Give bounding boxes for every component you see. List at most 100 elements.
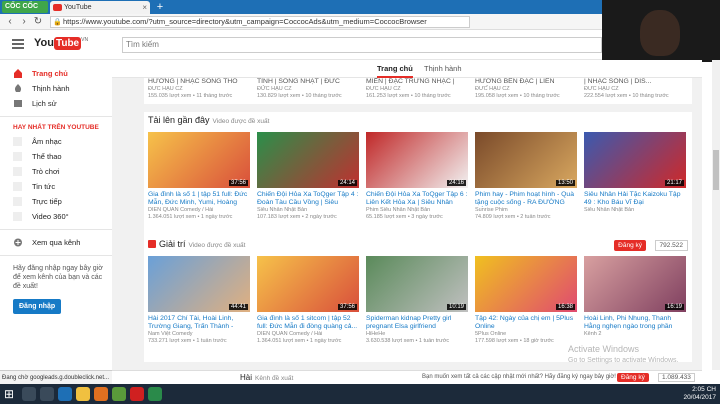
video-thumbnail[interactable]: 24:16 — [366, 132, 468, 188]
video-meta: 3.630.538 lượt xem • 1 tuần trước — [366, 338, 450, 344]
browser-tab-youtube[interactable]: YouTube × — [50, 1, 150, 14]
reload-icon[interactable]: ↻ — [32, 16, 44, 28]
video-card[interactable]: 10:19 Spiderman kidnap Pretty girl pregna… — [366, 256, 468, 345]
sidebar-item-360-video[interactable]: Video 360° — [0, 209, 112, 224]
video-channel[interactable]: Kênh 2 — [584, 331, 686, 338]
new-tab-button[interactable]: + — [153, 1, 167, 13]
login-button[interactable]: Đăng nhập — [13, 299, 62, 314]
video-thumbnail[interactable]: 16:38 — [475, 256, 577, 312]
video-channel[interactable]: Siêu Nhân Nhật Bản — [584, 207, 686, 214]
video-card[interactable]: 37:56 Gia đình là số 1 sitcom | tập 52 fu… — [257, 256, 359, 345]
video-thumbnail[interactable]: 37:56 — [257, 256, 359, 312]
video-thumbnail[interactable]: 13:50 — [475, 132, 577, 188]
video-title[interactable]: | NHẠC SỐNG | DIS... — [584, 78, 686, 86]
video-card[interactable]: 13:50 Phim hay - Phim hoạt hình - Quà tặn… — [475, 132, 577, 221]
sidebar-item-live[interactable]: Trực tiếp — [0, 194, 112, 209]
app-icon[interactable] — [130, 387, 144, 401]
video-360-icon — [13, 212, 22, 221]
video-title[interactable]: Hoài Linh, Phi Nhung, Thanh Hằng nghẹn n… — [584, 315, 686, 331]
taskbar-clock[interactable]: 2:05 CH 20/04/2017 — [683, 386, 716, 402]
coccoc-taskbar-icon[interactable] — [112, 387, 126, 401]
video-card[interactable]: 37:56 Gia đình là số 1 | tập 51 full: Đức… — [148, 132, 250, 221]
video-title[interactable]: Hài 2017 Chí Tài, Hoài Linh, Trường Gian… — [148, 315, 250, 331]
tab-close-icon[interactable]: × — [142, 1, 147, 14]
video-title[interactable]: MIỀN | ĐẶC TRƯNG NHẠC | DIS... — [366, 78, 468, 86]
back-icon[interactable]: ‹ — [4, 16, 16, 28]
video-title[interactable]: Chiến Đội Hỏa Xa ToQger Tập 6 : Liên Kết… — [366, 191, 468, 207]
video-title[interactable]: Chiến Đội Hỏa Xa ToQger Tập 4 : Đoàn Tàu… — [257, 191, 359, 207]
video-channel[interactable]: ĐỨC HẬU CZ — [584, 86, 686, 93]
file-explorer-icon[interactable] — [76, 387, 90, 401]
video-duration: 37:56 — [228, 180, 248, 186]
video-card[interactable]: 21:17 Siêu Nhân Hải Tặc Kaizoku Tập 49 : … — [584, 132, 686, 221]
video-card[interactable]: 24:16 Chiến Đội Hỏa Xa ToQger Tập 6 : Liê… — [366, 132, 468, 221]
section-title[interactable]: Giải trí Video được đề xuất — [148, 239, 245, 249]
youtube-logo[interactable]: You Tube VN — [34, 37, 88, 51]
video-thumbnail[interactable]: 21:17 — [584, 132, 686, 188]
video-channel[interactable]: ĐỨC HẬU CZ — [366, 86, 468, 93]
video-card[interactable]: | NHẠC SỐNG | DIS... ĐỨC HẬU CZ 222.554 lư… — [584, 78, 686, 100]
video-thumbnail[interactable]: 16:19 — [584, 256, 686, 312]
video-card[interactable]: HƯƠNG | NHẠC SỐNG THÔ TIN...ĐỨC HẬU CZ15… — [148, 78, 250, 100]
url-field[interactable]: 🔒 https://www.youtube.com/?utm_source=di… — [50, 16, 470, 28]
video-thumbnail[interactable]: 10:19 — [366, 256, 468, 312]
task-view-icon[interactable] — [40, 387, 54, 401]
sidebar-item-home[interactable]: Trang chủ — [0, 66, 112, 81]
video-channel[interactable]: DIEN QUAN Comedy / Hài — [257, 331, 359, 338]
video-channel[interactable]: ĐỨC HẬU CZ — [475, 86, 577, 93]
video-channel[interactable]: HiHeHe — [366, 331, 468, 338]
sidebar-item-trending[interactable]: Thịnh hành — [0, 81, 112, 96]
windows-start-icon[interactable]: ⊞ — [4, 387, 18, 401]
menu-icon[interactable] — [12, 39, 24, 49]
excel-icon[interactable] — [148, 387, 162, 401]
top-video-row: HƯƠNG | NHẠC SỐNG THÔ TIN...ĐỨC HẬU CZ15… — [148, 78, 686, 100]
video-thumbnail[interactable]: 44:41 — [148, 256, 250, 312]
video-title[interactable]: HƯƠNG BÊN ĐẶC | LIÊN KHÚC... — [475, 78, 577, 86]
video-channel[interactable]: Siêu Nhân Nhật Bản — [257, 207, 359, 214]
tab-trending[interactable]: Thịnh hành — [424, 64, 462, 73]
video-card[interactable]: 16:19 Hoài Linh, Phi Nhung, Thanh Hằng ng… — [584, 256, 686, 345]
video-title[interactable]: Phim hay - Phim hoạt hình - Quà tặng cuộ… — [475, 191, 577, 207]
video-channel[interactable]: Nam Việt Comedy — [148, 331, 250, 338]
video-title[interactable]: HƯƠNG | NHẠC SỐNG THÔ TIN... — [148, 78, 250, 86]
video-title[interactable]: Gia đình là số 1 sitcom | tập 52 full: Đ… — [257, 315, 359, 331]
subscribe-button[interactable]: Đăng ký — [614, 240, 646, 251]
video-channel[interactable]: DIEN QUAN Comedy / Hài — [148, 207, 250, 214]
video-title[interactable]: Tập 42: Ngày của chị em | 5Plus Online — [475, 315, 577, 331]
bottom-subscribe-button[interactable]: Đăng ký — [617, 373, 649, 382]
firefox-icon[interactable] — [94, 387, 108, 401]
sidebar-item-browse-channels[interactable]: Xem qua kênh — [0, 235, 112, 250]
video-card[interactable]: 24:14 Chiến Đội Hỏa Xa ToQger Tập 4 : Đoà… — [257, 132, 359, 221]
next-section-title[interactable]: Hài Kênh đề xuất — [240, 373, 293, 382]
video-title[interactable]: Gia đình là số 1 | tập 51 full: Đức Mẫn,… — [148, 191, 250, 207]
sidebar-item-gaming[interactable]: Trò chơi — [0, 164, 112, 179]
sidebar-item-history[interactable]: Lịch sử — [0, 96, 112, 111]
sidebar-item-sports[interactable]: Thể thao — [0, 149, 112, 164]
coccoc-brand-logo[interactable]: CỐC CỐC — [2, 1, 48, 13]
tab-home[interactable]: Trang chủ — [377, 64, 413, 78]
video-card[interactable]: MIỀN | ĐẶC TRƯNG NHẠC | DIS...ĐỨC HẬU CZ… — [366, 78, 468, 100]
page-scrollbar[interactable] — [712, 60, 720, 370]
search-icon[interactable] — [22, 387, 36, 401]
video-channel[interactable]: 5Plus Online — [475, 331, 577, 338]
video-channel[interactable]: Phim Siêu Nhân Nhật Bản — [366, 207, 468, 214]
video-title[interactable]: Siêu Nhân Hải Tặc Kaizoku Tập 49 : Kho B… — [584, 191, 686, 207]
video-card[interactable]: HƯƠNG BÊN ĐẶC | LIÊN KHÚC...ĐỨC HẬU CZ19… — [475, 78, 577, 100]
search-input[interactable]: Tìm kiếm — [122, 37, 602, 53]
video-thumbnail[interactable]: 37:56 — [148, 132, 250, 188]
edge-icon[interactable] — [58, 387, 72, 401]
video-title[interactable]: Spiderman kidnap Pretty girl pregnant El… — [366, 315, 468, 331]
sidebar-item-music[interactable]: Âm nhạc — [0, 134, 112, 149]
sidebar-item-news[interactable]: Tin tức — [0, 179, 112, 194]
video-channel[interactable]: ĐỨC HẬU CZ — [257, 86, 359, 93]
forward-icon[interactable]: › — [18, 16, 30, 28]
video-card[interactable]: TÌNH | SỐNG NHẠT | ĐỨC LÚA...ĐỨC HẬU CZ1… — [257, 78, 359, 100]
video-card[interactable]: 16:38 Tập 42: Ngày của chị em | 5Plus Onl… — [475, 256, 577, 345]
scrollbar-thumb[interactable] — [713, 150, 719, 190]
section-title[interactable]: Tải lên gần đây Video được đề xuất — [148, 115, 269, 125]
video-thumbnail[interactable]: 24:14 — [257, 132, 359, 188]
video-channel[interactable]: ĐỨC HẬU CZ — [148, 86, 250, 93]
video-channel[interactable]: Sunrise Phim — [475, 207, 577, 214]
video-title[interactable]: TÌNH | SỐNG NHẠT | ĐỨC LÚA... — [257, 78, 359, 86]
video-card[interactable]: 44:41 Hài 2017 Chí Tài, Hoài Linh, Trường… — [148, 256, 250, 345]
